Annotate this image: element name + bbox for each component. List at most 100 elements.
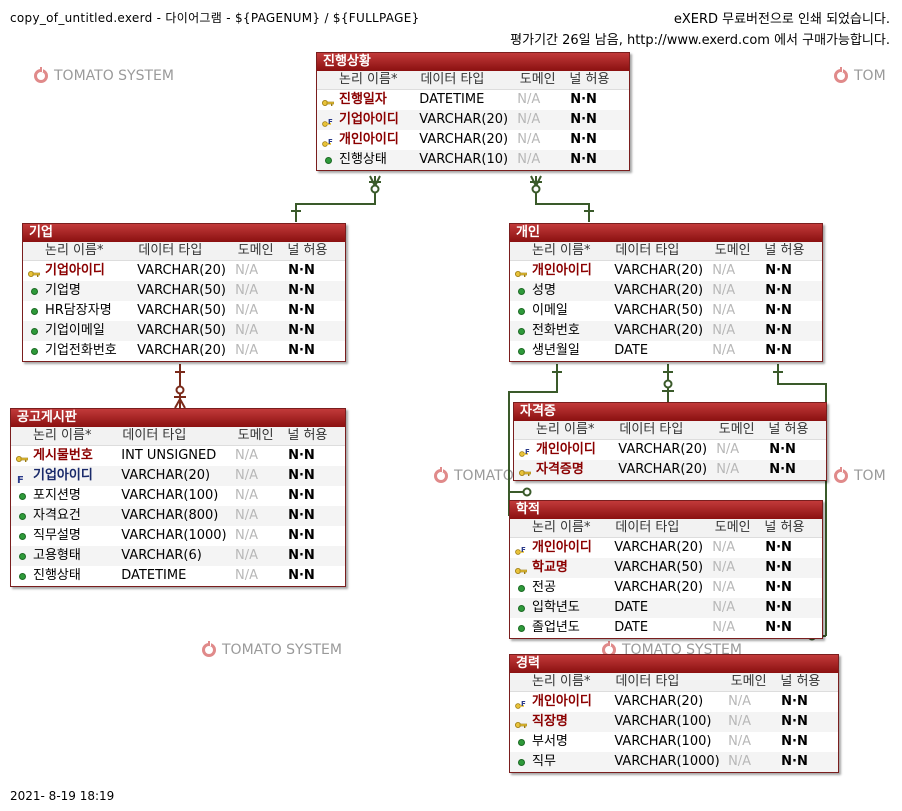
attribute-row[interactable]: F 기업아이디 VARCHAR(20) N/A N·N — [317, 110, 629, 130]
attribute-row[interactable]: 게시물번호 INT UNSIGNED N/A N·N — [11, 446, 345, 466]
attribute-name-text: 학교명 — [532, 560, 568, 575]
attribute-row[interactable]: F 개인아이디 VARCHAR(20) N/A N·N — [317, 130, 629, 150]
attribute-row[interactable]: 기업아이디 VARCHAR(20) N/A N·N — [23, 261, 345, 281]
attribute-type: VARCHAR(800) — [121, 508, 219, 523]
attribute-nullable: N·N — [288, 263, 315, 278]
attribute-row[interactable]: F 개인아이디 VARCHAR(20) N/A N·N — [514, 440, 826, 460]
entity-board[interactable]: 공고게시판 논리 이름* 데이터 타입 도메인 널 허용 게시물번호 INT UN… — [10, 408, 346, 587]
attribute-name-text: HR담장자명 — [45, 303, 112, 318]
attribute-domain: N/A — [235, 263, 259, 278]
attribute-type: VARCHAR(20) — [614, 694, 704, 709]
attribute-domain: N/A — [716, 462, 740, 477]
attribute-type: VARCHAR(20) — [121, 468, 211, 483]
attribute-type: VARCHAR(1000) — [121, 528, 227, 543]
attribute-type: VARCHAR(100) — [614, 734, 712, 749]
attribute-nullable: N·N — [570, 152, 597, 167]
attribute-row[interactable]: 졸업년도 DATE N/A N·N — [510, 618, 822, 638]
primary-foreign-key-icon: F — [519, 445, 531, 457]
attribute-name-text: 진행일자 — [339, 92, 387, 107]
attribute-domain: N/A — [712, 283, 736, 298]
attribute-row[interactable]: F 기업아이디 VARCHAR(20) N/A N·N — [11, 466, 345, 486]
entity-company[interactable]: 기업 논리 이름* 데이터 타입 도메인 널 허용 기업아이디 VARCHAR(2… — [22, 223, 346, 362]
attribute-domain: N/A — [716, 442, 740, 457]
attribute-name: 전공 — [510, 578, 614, 598]
entity-cert[interactable]: 자격증 논리 이름* 데이터 타입 도메인 널 허용 F 개인아이디 VARCHAR… — [513, 402, 827, 481]
entity-career[interactable]: 경력 논리 이름* 데이터 타입 도메인 널 허용 F 개인아이디 VARCHAR(… — [509, 654, 839, 773]
attribute-row[interactable]: 진행상태 VARCHAR(10) N/A N·N — [317, 150, 629, 170]
attribute-nullable: N·N — [765, 263, 792, 278]
attribute-name-text: 입학년도 — [532, 600, 580, 615]
attribute-name-text: 자격증명 — [536, 462, 584, 477]
attribute-type: DATE — [614, 600, 649, 615]
attribute-nullable: N·N — [288, 448, 315, 463]
attribute-type: DATETIME — [121, 568, 187, 583]
attribute-nullable: N·N — [288, 303, 315, 318]
entity-person[interactable]: 개인 논리 이름* 데이터 타입 도메인 널 허용 개인아이디 VARCHAR(2… — [509, 223, 823, 362]
attribute-domain: N/A — [517, 132, 541, 147]
attribute-dot-icon — [518, 308, 525, 315]
attribute-name: 전화번호 — [510, 321, 614, 341]
entity-title: 개인 — [510, 224, 822, 242]
attribute-name-text: 개인아이디 — [536, 442, 596, 457]
attribute-dot-icon — [518, 348, 525, 355]
attribute-row[interactable]: HR담장자명 VARCHAR(50) N/A N·N — [23, 301, 345, 321]
attribute-nullable: N·N — [288, 568, 315, 583]
attribute-type: VARCHAR(20) — [614, 263, 704, 278]
attribute-domain: N/A — [235, 488, 259, 503]
attribute-row[interactable]: 고용형태 VARCHAR(6) N/A N·N — [11, 546, 345, 566]
attribute-row[interactable]: 포지션명 VARCHAR(100) N/A N·N — [11, 486, 345, 506]
attribute-name: 입학년도 — [510, 598, 614, 618]
attribute-row[interactable]: 이메일 VARCHAR(50) N/A N·N — [510, 301, 822, 321]
attribute-name-text: 부서명 — [532, 734, 568, 749]
attribute-row[interactable]: 기업이메일 VARCHAR(50) N/A N·N — [23, 321, 345, 341]
attribute-nullable: N·N — [570, 132, 597, 147]
attribute-name-text: 기업아이디 — [45, 263, 105, 278]
attribute-nullable: N·N — [288, 548, 315, 563]
primary-key-icon — [515, 563, 528, 574]
attribute-type: VARCHAR(20) — [614, 323, 704, 338]
attribute-name-text: 기업이메일 — [45, 323, 105, 338]
attribute-name: F 기업아이디 — [317, 110, 419, 130]
attribute-name: 기업아이디 — [23, 261, 137, 281]
attribute-row[interactable]: 입학년도 DATE N/A N·N — [510, 598, 822, 618]
attribute-row[interactable]: 전화번호 VARCHAR(20) N/A N·N — [510, 321, 822, 341]
attribute-domain: N/A — [517, 152, 541, 167]
attribute-row[interactable]: F 개인아이디 VARCHAR(20) N/A N·N — [510, 692, 838, 712]
attribute-type: VARCHAR(20) — [137, 343, 226, 358]
attribute-dot-icon — [518, 328, 525, 335]
attribute-row[interactable]: 자격요건 VARCHAR(800) N/A N·N — [11, 506, 345, 526]
attribute-row[interactable]: 직무설명 VARCHAR(1000) N/A N·N — [11, 526, 345, 546]
attribute-row[interactable]: 진행일자 DATETIME N/A N·N — [317, 90, 629, 110]
attribute-row[interactable]: 진행상태 DATETIME N/A N·N — [11, 566, 345, 586]
entity-progress[interactable]: 진행상황 논리 이름* 데이터 타입 도메인 널 허용 진행일자 DATETIME… — [316, 52, 630, 171]
column-header: 논리 이름* 데이터 타입 도메인 널 허용 — [510, 673, 838, 692]
attribute-domain: N/A — [235, 528, 259, 543]
attribute-domain: N/A — [712, 303, 736, 318]
primary-key-icon — [28, 266, 41, 277]
attribute-nullable: N·N — [288, 343, 315, 358]
attribute-row[interactable]: 개인아이디 VARCHAR(20) N/A N·N — [510, 261, 822, 281]
attribute-domain: N/A — [712, 620, 736, 635]
attribute-row[interactable]: 기업명 VARCHAR(50) N/A N·N — [23, 281, 345, 301]
attribute-domain: N/A — [235, 283, 259, 298]
attribute-row[interactable]: 전공 VARCHAR(20) N/A N·N — [510, 578, 822, 598]
entity-education[interactable]: 학적 논리 이름* 데이터 타입 도메인 널 허용 F 개인아이디 VARCHAR(… — [509, 500, 823, 639]
attribute-name: 졸업년도 — [510, 618, 614, 638]
attribute-domain: N/A — [235, 343, 259, 358]
attribute-row[interactable]: 부서명 VARCHAR(100) N/A N·N — [510, 732, 838, 752]
attribute-domain: N/A — [712, 580, 736, 595]
attribute-row[interactable]: 성명 VARCHAR(20) N/A N·N — [510, 281, 822, 301]
attribute-row[interactable]: 자격증명 VARCHAR(20) N/A N·N — [514, 460, 826, 480]
attribute-name-text: 직장명 — [532, 714, 568, 729]
attribute-row[interactable]: 직장명 VARCHAR(100) N/A N·N — [510, 712, 838, 732]
attribute-nullable: N·N — [288, 283, 315, 298]
attribute-domain: N/A — [728, 734, 752, 749]
attribute-row[interactable]: 생년월일 DATE N/A N·N — [510, 341, 822, 361]
attribute-row[interactable]: 직무 VARCHAR(1000) N/A N·N — [510, 752, 838, 772]
attribute-dot-icon — [19, 513, 26, 520]
attribute-dot-icon — [31, 288, 38, 295]
attribute-name-text: 직무설명 — [33, 528, 81, 543]
attribute-row[interactable]: 학교명 VARCHAR(50) N/A N·N — [510, 558, 822, 578]
attribute-row[interactable]: F 개인아이디 VARCHAR(20) N/A N·N — [510, 538, 822, 558]
attribute-row[interactable]: 기업전화번호 VARCHAR(20) N/A N·N — [23, 341, 345, 361]
